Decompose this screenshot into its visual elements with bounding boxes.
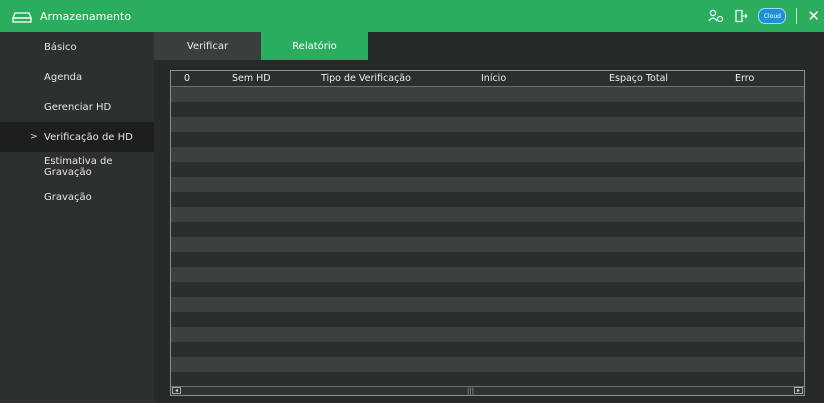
- table-row[interactable]: [171, 282, 804, 297]
- header-espaco-total[interactable]: Espaço Total: [609, 73, 668, 84]
- table-row[interactable]: [171, 342, 804, 357]
- close-icon[interactable]: ✕: [807, 8, 820, 24]
- sidebar: Básico Agenda Gerenciar HD > Verificação…: [0, 32, 154, 403]
- table-row[interactable]: [171, 237, 804, 252]
- cloud-label: Cloud: [763, 12, 781, 20]
- table-row[interactable]: [171, 87, 804, 102]
- sidebar-item-agenda[interactable]: Agenda: [0, 62, 154, 92]
- table-row[interactable]: [171, 297, 804, 312]
- sidebar-item-label: Estimativa de Gravação: [44, 156, 113, 178]
- table-row[interactable]: [171, 147, 804, 162]
- title-bar: Armazenamento Cloud ✕: [0, 0, 824, 32]
- table-row[interactable]: [171, 192, 804, 207]
- sidebar-item-gerenciar-hd[interactable]: Gerenciar HD: [0, 92, 154, 122]
- horizontal-scrollbar[interactable]: ◂ ||| ▸: [171, 386, 804, 395]
- report-table: 0 Sem HD Tipo de Verificação Início Espa…: [170, 70, 805, 396]
- header-index[interactable]: 0: [184, 73, 190, 84]
- sidebar-item-label: Verificação de HD: [44, 131, 133, 143]
- scroll-left-icon[interactable]: ◂: [172, 387, 181, 394]
- header-erro[interactable]: Erro: [735, 73, 754, 84]
- table-row[interactable]: [171, 357, 804, 372]
- cloud-icon[interactable]: Cloud: [758, 8, 787, 24]
- table-row[interactable]: [171, 162, 804, 177]
- table-row[interactable]: [171, 267, 804, 282]
- logout-icon[interactable]: [734, 9, 749, 23]
- main-panel: Verificar Relatório 0 Sem HD Tipo de Ver…: [154, 32, 824, 403]
- chevron-right-icon: >: [30, 132, 38, 142]
- table-row[interactable]: [171, 207, 804, 222]
- sidebar-item-label: Gravação: [44, 191, 92, 203]
- table-header: 0 Sem HD Tipo de Verificação Início Espa…: [171, 71, 804, 87]
- table-rows: [171, 87, 804, 387]
- table-row[interactable]: [171, 312, 804, 327]
- table-row[interactable]: [171, 177, 804, 192]
- table-row[interactable]: [171, 117, 804, 132]
- table-row[interactable]: [171, 132, 804, 147]
- title-separator: [796, 8, 798, 24]
- tab-relatorio[interactable]: Relatório: [261, 32, 368, 60]
- sidebar-item-gravacao[interactable]: Gravação: [0, 182, 154, 212]
- table-row[interactable]: [171, 372, 804, 387]
- sidebar-item-estimativa-de-gravacao[interactable]: Estimativa de Gravação: [0, 152, 154, 182]
- storage-icon: [12, 9, 32, 23]
- scrollbar-grip-icon: |||: [467, 387, 475, 395]
- sidebar-item-label: Gerenciar HD: [44, 101, 112, 113]
- tab-verificar[interactable]: Verificar: [154, 32, 261, 60]
- table-row[interactable]: [171, 252, 804, 267]
- scroll-right-icon[interactable]: ▸: [794, 387, 803, 394]
- scrollbar-thumb[interactable]: |||: [183, 387, 799, 395]
- header-sem-hd[interactable]: Sem HD: [232, 73, 271, 84]
- table-row[interactable]: [171, 222, 804, 237]
- title-actions: Cloud ✕: [708, 0, 820, 32]
- sidebar-item-label: Agenda: [44, 71, 83, 83]
- user-cloud-icon[interactable]: [708, 9, 724, 23]
- table-row[interactable]: [171, 327, 804, 342]
- sidebar-item-label: Básico: [44, 41, 77, 53]
- header-inicio[interactable]: Início: [481, 73, 506, 84]
- sidebar-item-basico[interactable]: Básico: [0, 32, 154, 62]
- tab-bar: Verificar Relatório: [154, 32, 368, 60]
- header-tipo-verificacao[interactable]: Tipo de Verificação: [321, 73, 411, 84]
- sidebar-item-verificacao-de-hd[interactable]: > Verificação de HD: [0, 122, 154, 152]
- window-title: Armazenamento: [40, 9, 132, 23]
- table-row[interactable]: [171, 102, 804, 117]
